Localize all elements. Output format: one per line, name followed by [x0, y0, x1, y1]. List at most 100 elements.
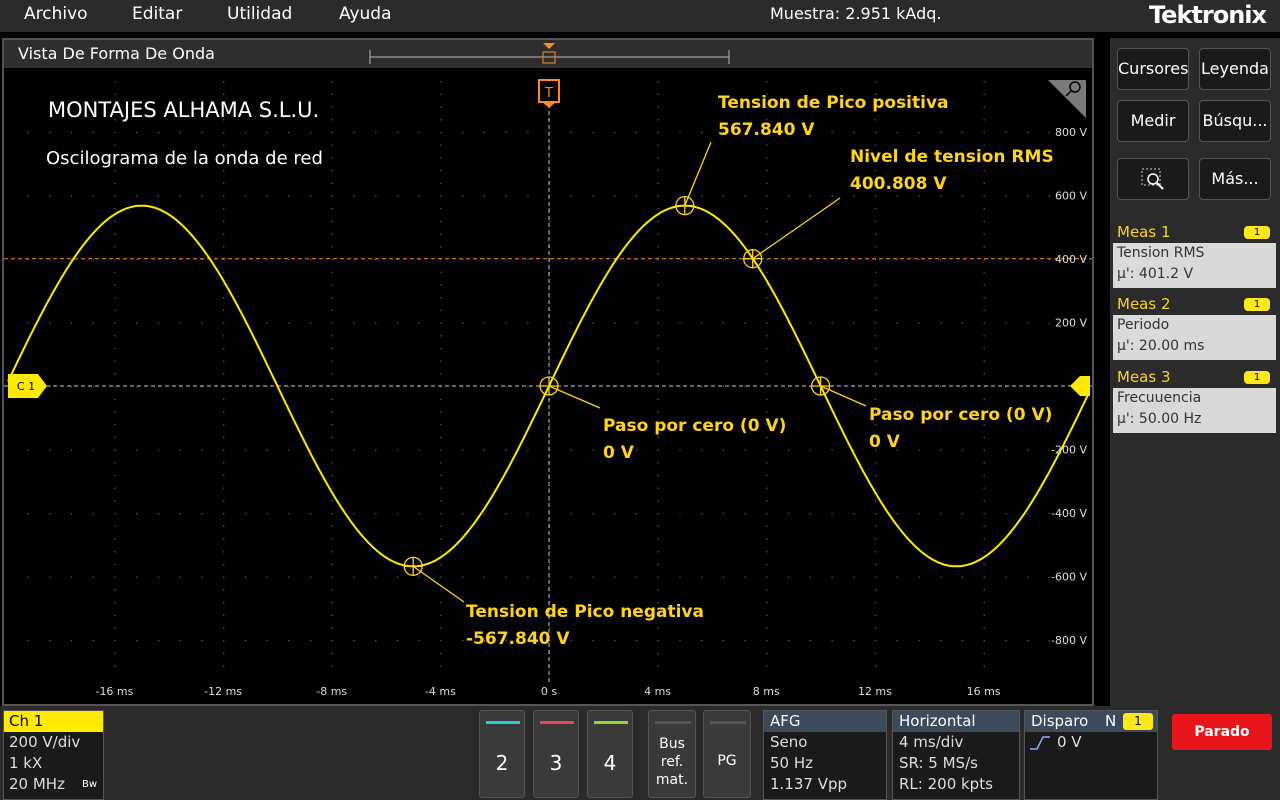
pg-stripe [710, 721, 746, 724]
grid-dot [440, 652, 442, 654]
grid-dot [288, 513, 290, 515]
grid-dot [657, 81, 659, 83]
grid-dot [874, 398, 877, 400]
menu-bar: Archivo Editar Utilidad Ayuda Muestra: 2… [0, 0, 1280, 32]
grid-dot [179, 513, 181, 515]
grid-dot [614, 640, 616, 642]
grid-dot [918, 513, 920, 515]
grid-dot [136, 195, 138, 197]
grid-dot [266, 449, 268, 451]
grid-dot [418, 322, 420, 324]
zoom-icon[interactable] [1048, 80, 1086, 118]
record-bar[interactable] [369, 43, 730, 64]
leyenda-button[interactable]: Leyenda [1199, 48, 1271, 90]
zoom-button[interactable] [1117, 158, 1189, 200]
grid-dot [418, 576, 420, 578]
grid-dot [201, 322, 203, 324]
grid-dot [136, 513, 138, 515]
grid-dot [874, 322, 877, 324]
ch1-badge[interactable]: Ch 1 200 V/div 1 kX 20 MHz Bw [3, 710, 104, 800]
zoom-search-icon [1141, 168, 1164, 190]
grid-dot [462, 195, 464, 197]
grid-dot [114, 576, 116, 578]
grid-dot [570, 131, 572, 134]
menu-archivo[interactable]: Archivo [24, 4, 88, 24]
grid-dot [440, 614, 442, 616]
grid-dot [440, 220, 442, 222]
horizontal-badge[interactable]: Horizontal 4 ms/div SR: 5 MS/s RL: 200 k… [892, 710, 1020, 800]
grid-dot [918, 576, 920, 578]
meas3-badge[interactable]: Meas 3 1 Frecuuencia μ': 50.00 Hz [1113, 367, 1276, 433]
trigger-level-marker[interactable] [1070, 376, 1090, 396]
afg-amplitude: 1.137 Vpp [770, 775, 848, 793]
grid-dot [375, 322, 377, 324]
menu-ayuda[interactable]: Ayuda [339, 4, 392, 24]
grid-dot [874, 335, 877, 337]
grid-dot [331, 182, 333, 184]
grid-dot [766, 81, 768, 83]
x-tick-label: -4 ms [425, 685, 456, 698]
grid-dot [1005, 131, 1007, 134]
grid-dot [635, 131, 638, 134]
grid-dot [331, 259, 333, 261]
bus-ref-math-button[interactable]: Bus ref. mat. [648, 710, 696, 798]
grid-dot [657, 665, 659, 667]
grid-dot [331, 386, 333, 388]
grid-dot [874, 538, 877, 540]
ch4-button[interactable]: 4 [587, 710, 633, 798]
grid-dot [766, 144, 768, 146]
menu-editar[interactable]: Editar [132, 4, 182, 24]
grid-dot [331, 233, 333, 235]
grid-dot [505, 449, 507, 451]
grid-dot [744, 322, 746, 324]
grid-dot [331, 93, 333, 95]
grid-dot [657, 233, 659, 235]
y-tick-label: 600 V [1055, 189, 1087, 202]
grid-dot [310, 513, 312, 515]
run-stop-button[interactable]: Parado [1172, 714, 1272, 750]
grid-dot [331, 271, 333, 273]
menu-utilidad[interactable]: Utilidad [227, 4, 292, 24]
grid-dot [701, 386, 703, 388]
grid-dot [766, 563, 768, 566]
grid-dot [331, 360, 333, 362]
grid-dot [918, 640, 920, 642]
pg-button[interactable]: PG [703, 710, 751, 798]
grid-dot [440, 81, 442, 83]
grid-dot [223, 144, 225, 146]
grid-dot [288, 449, 290, 451]
busqueda-button[interactable]: Búsqu... [1199, 100, 1271, 142]
medir-button[interactable]: Medir [1117, 100, 1189, 142]
grid-dot [1048, 131, 1050, 134]
grid-dot [483, 576, 485, 578]
afg-badge[interactable]: AFG Seno 50 Hz 1.137 Vpp [763, 710, 887, 800]
trigger-marker[interactable]: T [538, 79, 560, 108]
grid-dot [440, 195, 442, 197]
grid-dot [440, 627, 442, 629]
grid-dot [874, 652, 877, 654]
grid-dot [983, 436, 985, 438]
grid-dot [114, 81, 116, 83]
grid-dot [440, 297, 442, 299]
grid-dot [766, 182, 768, 184]
bandwidth-limit-icon: Bw [81, 779, 97, 790]
grid-dot [375, 576, 377, 578]
waveform-display[interactable]: 800 V 600 V 400 V 200 V -200 V -400 V -600 V -8… [4, 40, 1092, 704]
grid-dot [223, 411, 225, 413]
meas3-source-badge: 1 [1244, 371, 1270, 384]
trigger-badge[interactable]: Disparo N 1 0 V [1024, 710, 1158, 800]
meas1-badge[interactable]: Meas 1 1 Tension RMS μ': 401.2 V [1113, 222, 1276, 288]
ch2-button[interactable]: 2 [479, 710, 525, 798]
grid-dot [722, 449, 724, 451]
mas-button[interactable]: Más... [1199, 158, 1271, 200]
cursores-button[interactable]: Cursores [1117, 48, 1189, 90]
meas2-badge[interactable]: Meas 2 1 Periodo μ': 20.00 ms [1113, 294, 1276, 360]
ch1-marker[interactable]: C 1 [8, 374, 47, 398]
grid-dot [744, 513, 746, 515]
grid-dot [657, 170, 659, 172]
grid-dot [853, 640, 855, 642]
ch3-button[interactable]: 3 [533, 710, 579, 798]
trigger-title: Disparo [1031, 712, 1089, 730]
grid-dot [223, 487, 225, 489]
grid-dot [49, 322, 51, 324]
